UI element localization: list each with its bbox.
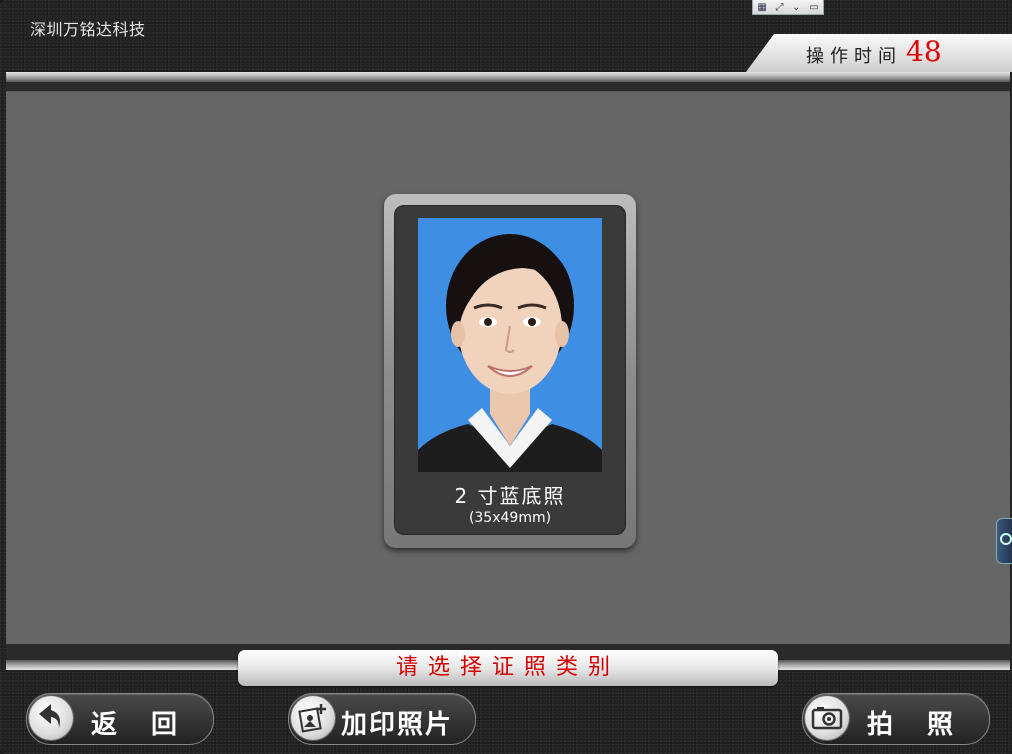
timer-countdown: 48 [906,35,942,68]
photo-type-size: (35x49mm) [468,510,552,526]
photo-card-inner: 2 寸蓝底照 (35x49mm) [394,205,626,535]
header-shadow [6,82,1010,91]
add-print-button[interactable]: 加印照片 [288,693,476,745]
expand-icon[interactable]: ⤢ [775,2,783,13]
photo-type-title: 2 寸蓝底照 [454,484,566,508]
grid-icon[interactable]: ▦ [757,2,766,13]
header-divider [6,72,1010,82]
portrait-illustration [418,218,602,472]
app-window: ▦ ⤢ ⌄ ▭ 深圳万铭达科技 操作时间 48 2 寸蓝底照 (35x49mm)… [0,0,1012,754]
side-panel-icon [1000,533,1012,545]
add-print-button-label: 加印照片 [341,710,454,740]
system-mini-toolbar[interactable]: ▦ ⤢ ⌄ ▭ [752,0,824,15]
back-arrow-icon [29,696,73,740]
timer-label: 操作时间 [806,46,902,67]
add-print-photo-icon [291,696,335,740]
sample-id-photo [418,218,602,472]
photo-type-card-2inch-blue[interactable]: 2 寸蓝底照 (35x49mm) [384,194,636,548]
back-button-label: 返回 [91,710,212,740]
take-photo-button[interactable]: 拍照 [802,693,990,745]
back-button[interactable]: 返回 [26,693,214,745]
side-panel-toggle[interactable] [996,518,1012,564]
chevron-down-icon[interactable]: ⌄ [792,2,800,13]
take-photo-button-label: 拍照 [867,710,988,740]
company-name: 深圳万铭达科技 [30,20,146,39]
camera-icon [805,696,849,740]
monitor-icon[interactable]: ▭ [809,2,818,13]
instruction-prompt: 请选择证照类别 [238,650,778,686]
